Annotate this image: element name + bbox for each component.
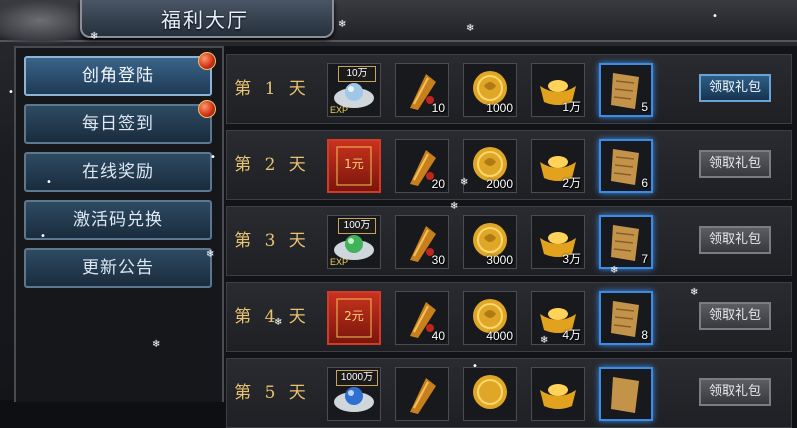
claim-gift-button[interactable]: 领取礼包 <box>699 74 771 102</box>
item-qty: 8 <box>641 328 648 342</box>
item-qty: 3万 <box>562 252 581 266</box>
item-qty: 4000 <box>486 329 513 343</box>
item-qty: 20 <box>431 177 445 191</box>
reward-row-day-1: 第 1 天 10万 EXP 10 1000 1万 5 领取礼包 <box>226 54 792 124</box>
exp-pearl-shell-icon[interactable]: 10万 EXP <box>327 63 381 117</box>
red-envelope-icon[interactable]: 1元 <box>327 139 381 193</box>
sidebar-item-label: 创角登陆 <box>82 66 154 86</box>
item-qty: 7 <box>641 252 648 266</box>
scroll-icon[interactable]: 5 <box>599 63 653 117</box>
gold-coin-icon[interactable]: 4000 <box>463 291 517 345</box>
gold-feather-icon[interactable]: 30 <box>395 215 449 269</box>
gold-coin-icon[interactable] <box>463 367 517 421</box>
day-label: 第 1 天 <box>234 79 310 99</box>
claim-gift-button[interactable]: 领取礼包 <box>699 302 771 330</box>
reward-row-day-2: 第 2 天 1元 20 2000 2万 6 领取礼包 <box>226 130 792 200</box>
gold-feather-icon[interactable]: 20 <box>395 139 449 193</box>
item-qty: 3000 <box>486 253 513 267</box>
scroll-icon[interactable]: 7 <box>599 215 653 269</box>
exp-pearl-shell-icon[interactable]: 1000万 <box>327 367 381 421</box>
gold-feather-icon[interactable]: 40 <box>395 291 449 345</box>
day-label: 第 3 天 <box>234 231 310 251</box>
snowflake-icon: ❄ <box>690 287 699 298</box>
gold-coin-icon[interactable]: 2000 <box>463 139 517 193</box>
claim-gift-button[interactable]: 领取礼包 <box>699 150 771 178</box>
snowflake-icon: ❄ <box>450 201 459 212</box>
scroll-icon[interactable]: 6 <box>599 139 653 193</box>
snowflake-icon: ❄ <box>152 339 161 350</box>
exp-amount-badge: 1000万 <box>336 370 378 386</box>
page-title: 福利大厅 <box>161 8 249 32</box>
notification-dot-icon <box>198 100 216 118</box>
snowflake-icon: • <box>46 177 52 188</box>
item-qty: 6 <box>641 176 648 190</box>
snowflake-icon: ❄ <box>338 19 347 30</box>
gold-feather-icon[interactable] <box>395 367 449 421</box>
exp-pearl-shell-icon[interactable]: 100万 EXP <box>327 215 381 269</box>
gold-coin-icon[interactable]: 1000 <box>463 63 517 117</box>
snowflake-icon: • <box>712 11 718 22</box>
sidebar-item-online-reward[interactable]: 在线奖励 <box>24 152 212 192</box>
item-qty: 40 <box>431 329 445 343</box>
reward-row-day-3: 第 3 天 100万 EXP 30 3000 3万 7 领取礼包 <box>226 206 792 276</box>
sidebar-item-announcement[interactable]: 更新公告 <box>24 248 212 288</box>
snowflake-icon: • <box>40 231 46 242</box>
red-envelope-value: 1元 <box>344 157 364 171</box>
sidebar-item-label: 更新公告 <box>82 258 154 278</box>
gold-feather-icon[interactable]: 10 <box>395 63 449 117</box>
sidebar-item-label: 激活码兑换 <box>73 210 163 230</box>
gold-ingot-icon[interactable] <box>531 367 585 421</box>
item-qty: 1000 <box>486 101 513 115</box>
gold-coin-icon[interactable]: 3000 <box>463 215 517 269</box>
reward-list: 第 1 天 10万 EXP 10 1000 1万 5 领取礼包 第 2 天 1元 <box>224 46 797 428</box>
snowflake-icon: • <box>8 87 14 98</box>
sidebar-item-daily-signin[interactable]: 每日签到 <box>24 100 216 144</box>
sidebar-item-label: 每日签到 <box>82 114 154 134</box>
sidebar: 创角登陆 每日签到 在线奖励 激活码兑换 更新公告 <box>14 46 224 402</box>
exp-tag: EXP <box>330 257 349 267</box>
snowflake-icon: ❄ <box>610 265 619 276</box>
sidebar-item-code-redeem[interactable]: 激活码兑换 <box>24 200 212 240</box>
snowflake-icon: ❄ <box>206 249 215 260</box>
snowflake-icon: ❄ <box>460 177 469 188</box>
day-label: 第 4 天 <box>234 307 310 327</box>
item-qty: 2万 <box>562 176 581 190</box>
exp-amount-badge: 100万 <box>338 218 376 234</box>
gold-ingot-icon[interactable]: 1万 <box>531 63 585 117</box>
gold-ingot-icon[interactable]: 2万 <box>531 139 585 193</box>
item-qty: 1万 <box>562 100 581 114</box>
gold-ingot-icon[interactable]: 3万 <box>531 215 585 269</box>
red-envelope-value: 2元 <box>344 309 364 323</box>
day-label: 第 2 天 <box>234 155 310 175</box>
scroll-icon[interactable] <box>599 367 653 421</box>
exp-tag: EXP <box>330 105 349 115</box>
snowflake-icon: • <box>210 152 216 163</box>
snowflake-icon: ❄ <box>90 31 99 42</box>
snowflake-icon: • <box>472 361 478 372</box>
scroll-icon[interactable]: 8 <box>599 291 653 345</box>
red-envelope-icon[interactable]: 2元 <box>327 291 381 345</box>
item-qty: 5 <box>641 100 648 114</box>
item-qty: 10 <box>431 101 445 115</box>
snowflake-icon: ❄ <box>274 317 283 328</box>
claim-gift-button[interactable]: 领取礼包 <box>699 378 771 406</box>
snowflake-icon: ❄ <box>466 23 475 34</box>
item-qty: 2000 <box>486 177 513 191</box>
notification-dot-icon <box>198 52 216 70</box>
sidebar-item-create-login[interactable]: 创角登陆 <box>24 52 216 96</box>
sidebar-item-label: 在线奖励 <box>82 162 154 182</box>
claim-gift-button[interactable]: 领取礼包 <box>699 226 771 254</box>
snowflake-icon: ❄ <box>540 335 549 346</box>
item-qty: 30 <box>431 253 445 267</box>
exp-amount-badge: 10万 <box>338 66 376 82</box>
item-qty: 4万 <box>562 328 581 342</box>
reward-row-day-4: 第 4 天 2元 40 4000 4万 8 领取礼包 <box>226 282 792 352</box>
reward-row-day-5: 第 5 天 1000万 领取礼包 <box>226 358 792 428</box>
day-label: 第 5 天 <box>234 383 310 403</box>
